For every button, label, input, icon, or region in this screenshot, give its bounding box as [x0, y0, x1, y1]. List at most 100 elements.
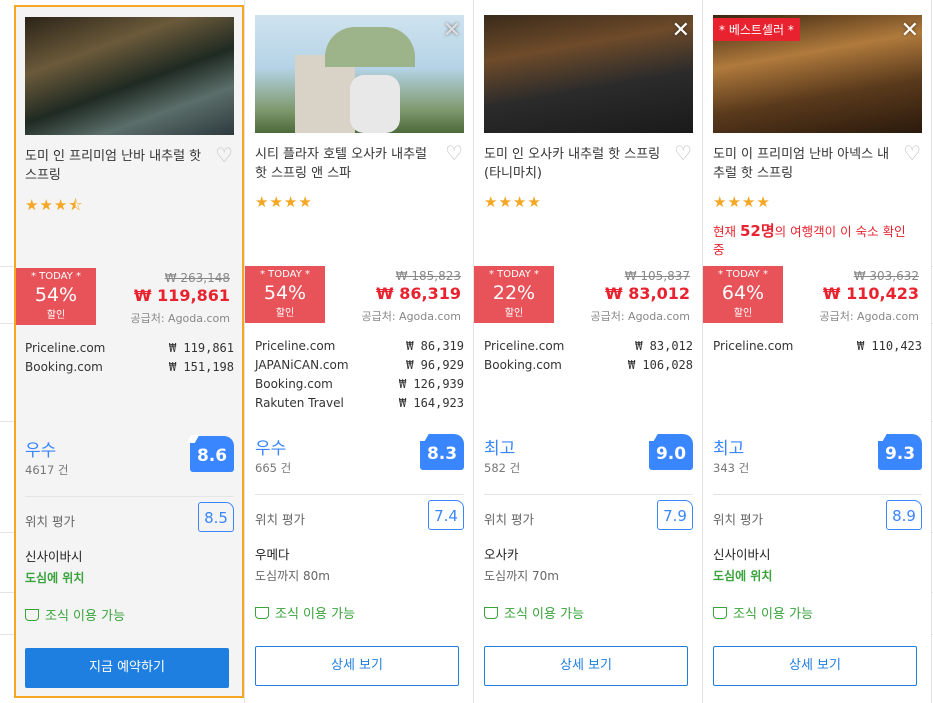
site-price: ₩ 164,923 [398, 396, 464, 410]
hotel-photo[interactable] [25, 17, 234, 135]
deal-section: * TODAY * 54% 할인 ₩ 263,148 ₩ 119,861 공급처… [16, 268, 242, 325]
heart-icon[interactable]: ♡ [215, 145, 233, 165]
supplier: 공급처: Agoda.com [130, 312, 230, 325]
price-row[interactable]: Booking.com ₩ 106,028 [484, 356, 693, 375]
location-label: 위치 평가 [484, 512, 534, 527]
view-details-button[interactable]: 상세 보기 [713, 646, 917, 686]
hotel-name[interactable]: 도미 인 오사카 내추럴 핫 스프링 (타니마치) [484, 145, 664, 183]
hotel-card[interactable]: ✕ 시티 플라자 호텔 오사카 내추럴 핫 스프링 앤 스파 ♡ ★★★★ * … [244, 0, 473, 703]
price-row[interactable]: Booking.com ₩ 126,939 [255, 375, 464, 394]
deal-section: * TODAY * 22% 할인 ₩ 105,837 ₩ 83,012 공급처:… [474, 266, 702, 323]
star-rating: ★★★★ [484, 193, 542, 211]
view-details-button[interactable]: 상세 보기 [484, 646, 688, 686]
deal-section: * TODAY * 54% 할인 ₩ 185,823 ₩ 86,319 공급처:… [245, 266, 473, 323]
price-row[interactable]: Priceline.com ₩ 119,861 [25, 339, 234, 358]
heart-icon[interactable]: ♡ [674, 143, 692, 163]
area-detail: 도심에 위치 [25, 571, 85, 585]
discount-percent: 22% [492, 282, 536, 304]
location-label: 위치 평가 [255, 512, 305, 527]
rating-score: 8.3 [420, 434, 464, 470]
site-name: Booking.com [25, 360, 103, 374]
location-score: 7.9 [657, 500, 693, 530]
deal-price[interactable]: ₩ 119,861 [134, 286, 230, 305]
price-row[interactable]: JAPANiCAN.com ₩ 96,929 [255, 356, 464, 375]
discount-badge: * TODAY * 54% 할인 [245, 266, 325, 323]
area-info: 오사카 도심까지 70m [484, 544, 693, 584]
view-details-button[interactable]: 상세 보기 [255, 646, 459, 686]
hotel-photo[interactable] [484, 15, 693, 133]
site-price: ₩ 151,198 [168, 360, 234, 374]
location-score: 7.4 [428, 500, 464, 530]
location-score: 8.5 [198, 502, 234, 532]
close-icon[interactable]: ✕ [443, 20, 461, 42]
price-row[interactable]: Priceline.com ₩ 86,319 [255, 337, 464, 356]
area-name: 오사카 [484, 547, 519, 562]
original-price: ₩ 263,148 [164, 271, 230, 285]
supplier: 공급처: Agoda.com [590, 310, 690, 323]
review-rating[interactable]: 최고 343 건 9.3 [713, 434, 922, 479]
deal-price[interactable]: ₩ 110,423 [823, 284, 919, 303]
hotel-name[interactable]: 도미 인 프리미엄 난바 내추럴 핫 스프링 [25, 147, 205, 185]
location-score: 8.9 [886, 500, 922, 530]
site-price: ₩ 96,929 [406, 358, 464, 372]
area-name: 우메다 [255, 547, 290, 562]
rating-score: 9.3 [878, 434, 922, 470]
close-icon[interactable]: ✕ [901, 20, 919, 42]
location-label: 위치 평가 [25, 514, 75, 529]
price-row[interactable]: Priceline.com ₩ 83,012 [484, 337, 693, 356]
review-rating[interactable]: 우수 4617 건 8.6 [25, 436, 234, 481]
deal-price[interactable]: ₩ 83,012 [605, 284, 690, 303]
breakfast-label: 조식 이용 가능 [275, 607, 356, 622]
heart-icon[interactable]: ♡ [903, 143, 921, 163]
area-info: 신사이바시 도심에 위치 [25, 546, 234, 586]
supplier: 공급처: Agoda.com [361, 310, 461, 323]
book-now-button[interactable]: 지금 예약하기 [25, 648, 229, 688]
discount-badge: * TODAY * 64% 할인 [703, 266, 783, 323]
location-rating: 위치 평가 7.9 [484, 494, 693, 530]
original-price: ₩ 303,632 [853, 269, 919, 283]
site-name: Priceline.com [255, 339, 336, 353]
heart-icon[interactable]: ♡ [445, 143, 463, 163]
supplier: 공급처: Agoda.com [819, 310, 919, 323]
hotel-photo[interactable] [255, 15, 464, 133]
hotel-card-highlighted[interactable]: 도미 인 프리미엄 난바 내추럴 핫 스프링 ♡ ★★★⯪ * TODAY * … [14, 5, 244, 698]
price-row[interactable]: Booking.com ₩ 151,198 [25, 358, 234, 377]
breakfast-info: 조식 이용 가능 [713, 603, 813, 622]
area-detail: 도심까지 70m [484, 569, 559, 583]
building-shape [325, 27, 415, 67]
price-row[interactable]: Rakuten Travel ₩ 164,923 [255, 394, 464, 413]
viewer-count: 52명 [739, 222, 775, 240]
rating-score: 8.6 [190, 436, 234, 472]
hotel-comparison-grid: 도미 인 프리미엄 난바 내추럴 핫 스프링 ♡ ★★★⯪ * TODAY * … [0, 0, 933, 703]
original-price: ₩ 105,837 [624, 269, 690, 283]
viewer-count-notice: 현재 52명의 여행객이 이 숙소 확인 중 [713, 222, 918, 259]
star-rating: ★★★★ [255, 193, 313, 211]
discount-label: 할인 [733, 308, 753, 319]
hotel-card[interactable]: ✕ 도미 인 오사카 내추럴 핫 스프링 (타니마치) ♡ ★★★★ * TOD… [473, 0, 702, 703]
deal-price[interactable]: ₩ 86,319 [376, 284, 461, 303]
coffee-cup-icon [484, 607, 498, 619]
site-price: ₩ 110,423 [856, 339, 922, 353]
location-rating: 위치 평가 7.4 [255, 494, 464, 530]
site-name: Priceline.com [484, 339, 565, 353]
deal-tag: * TODAY * [488, 269, 540, 280]
hotel-name[interactable]: 시티 플라자 호텔 오사카 내추럴 핫 스프링 앤 스파 [255, 145, 435, 183]
location-rating: 위치 평가 8.5 [25, 496, 234, 532]
review-rating[interactable]: 최고 582 건 9.0 [484, 434, 693, 479]
area-info: 우메다 도심까지 80m [255, 544, 464, 584]
close-icon[interactable]: ✕ [672, 20, 690, 42]
hotel-name[interactable]: 도미 이 프리미엄 난바 아넥스 내추럴 핫 스프링 [713, 145, 893, 183]
breakfast-label: 조식 이용 가능 [45, 609, 126, 624]
discount-badge: * TODAY * 22% 할인 [474, 266, 554, 323]
hotel-card[interactable]: * 베스트셀러 * ✕ 도미 이 프리미엄 난바 아넥스 내추럴 핫 스프링 ♡… [702, 0, 932, 703]
breakfast-info: 조식 이용 가능 [25, 605, 125, 624]
site-price: ₩ 119,861 [168, 341, 234, 355]
discount-percent: 54% [263, 282, 307, 304]
site-name: Priceline.com [25, 341, 106, 355]
area-name: 신사이바시 [25, 549, 83, 564]
site-price: ₩ 86,319 [406, 339, 464, 353]
review-rating[interactable]: 우수 665 건 8.3 [255, 434, 464, 479]
price-row[interactable]: Priceline.com ₩ 110,423 [713, 337, 922, 356]
location-rating: 위치 평가 8.9 [713, 494, 922, 530]
location-label: 위치 평가 [713, 512, 763, 527]
